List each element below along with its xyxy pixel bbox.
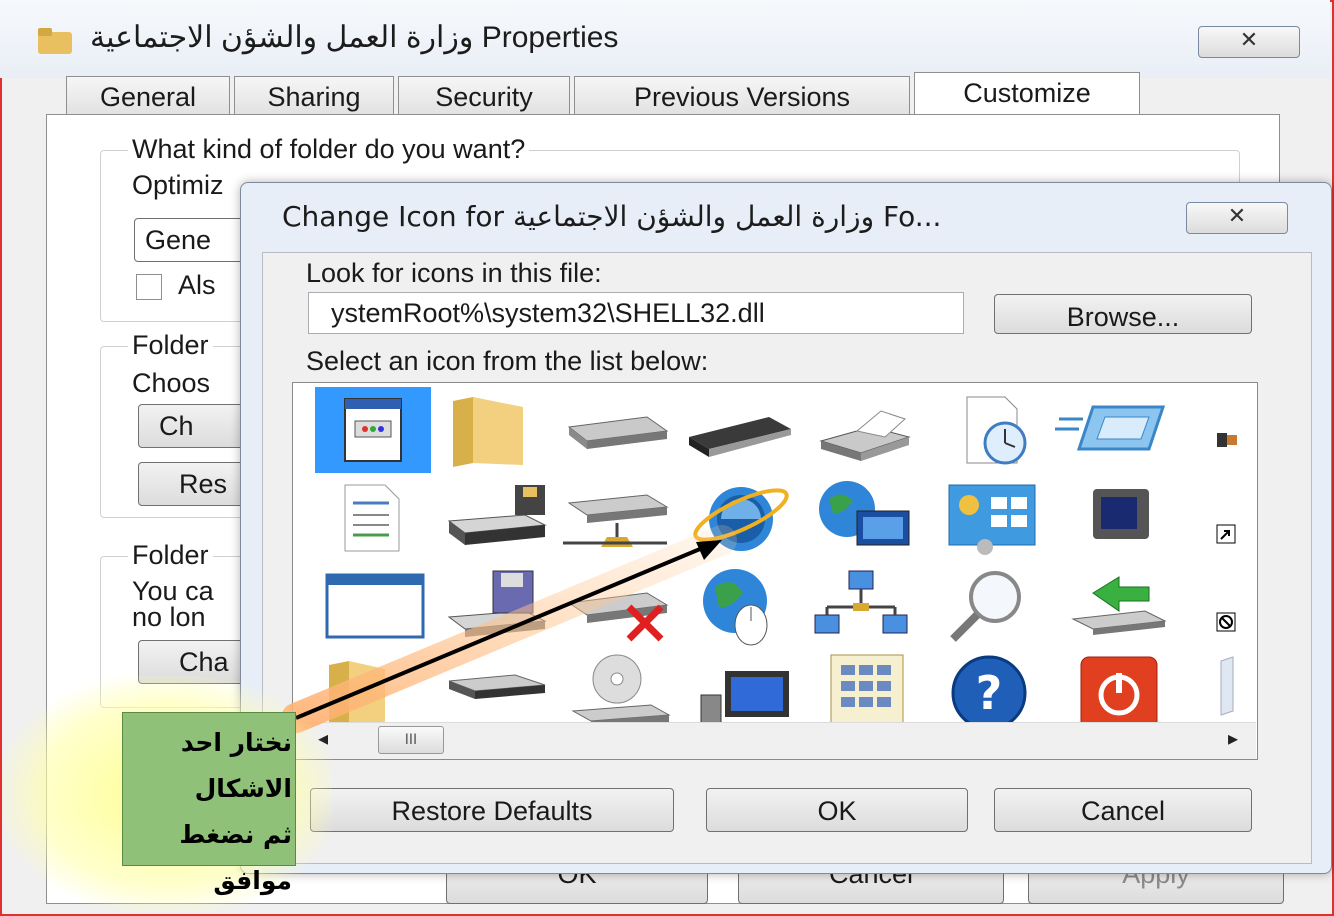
callout-line-1: نختار احد الاشكال bbox=[180, 728, 292, 803]
instruction-callout-text: نختار احد الاشكال ثم نضغط موافق bbox=[124, 714, 292, 904]
callout-line-2: ثم نضغط موافق bbox=[179, 820, 292, 895]
